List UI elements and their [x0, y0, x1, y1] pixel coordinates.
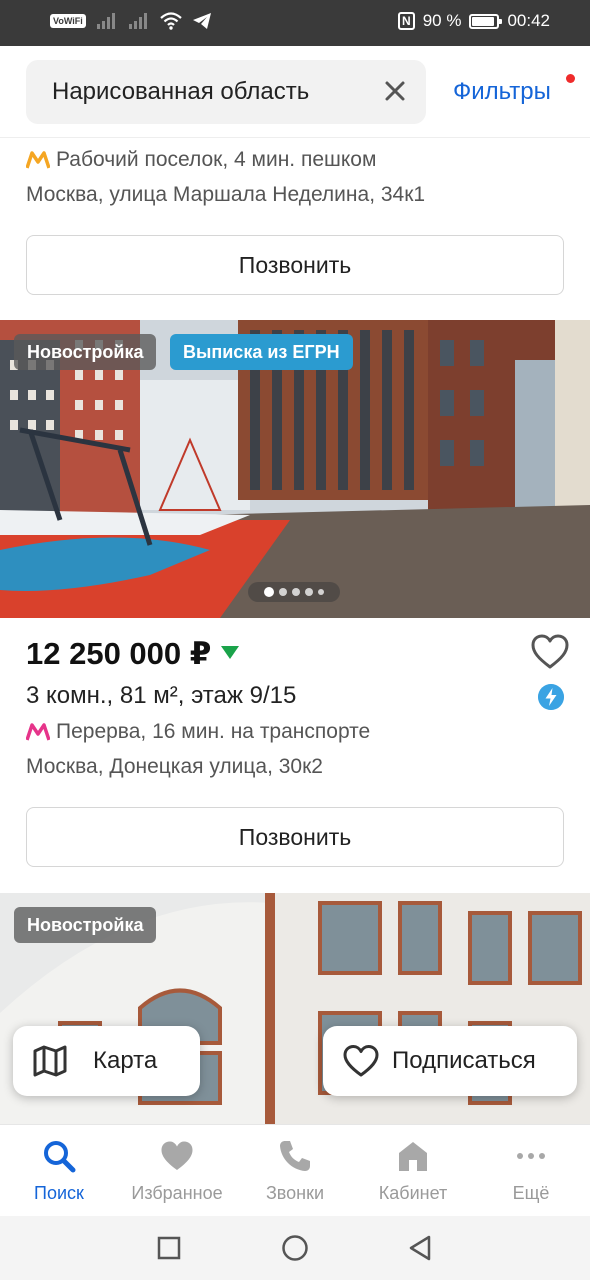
price-down-icon — [221, 646, 239, 659]
metro-text: Перерва, 16 мин. на транспорте — [56, 720, 371, 743]
home-button-icon[interactable] — [281, 1234, 309, 1262]
badge-new-building: Новостройка — [14, 334, 157, 370]
search-field[interactable]: Нарисованная область — [26, 60, 426, 124]
heart-icon[interactable] — [530, 632, 570, 672]
heart-icon — [161, 1141, 193, 1170]
pager-dot — [292, 588, 300, 596]
pager-dot — [318, 589, 324, 595]
battery-icon — [469, 13, 503, 29]
pager-dot — [305, 588, 313, 596]
back-icon[interactable] — [407, 1234, 433, 1262]
system-navigation-bar — [0, 1216, 590, 1280]
subscribe-button[interactable]: Подписаться — [323, 1026, 577, 1096]
nav-item-cabinet[interactable]: Кабинет — [354, 1125, 472, 1217]
listing-price: 12 250 000 ₽ — [26, 636, 212, 671]
nav-label: Ещё — [512, 1183, 550, 1203]
prev-metro-row: Рабочий поселок, 4 мин. пешком — [26, 148, 376, 172]
pager-dot — [264, 587, 274, 597]
recent-apps-icon[interactable] — [157, 1236, 181, 1260]
nav-label: Кабинет — [378, 1183, 448, 1203]
subscribe-button-label: Подписаться — [392, 1047, 536, 1074]
map-button-label: Карта — [93, 1047, 158, 1074]
close-icon[interactable] — [382, 78, 408, 104]
telegram-icon — [192, 13, 211, 29]
search-icon — [44, 1141, 76, 1173]
badge-egrn: Выписка из ЕГРН — [170, 334, 353, 370]
wifi-icon — [160, 12, 182, 30]
status-bar: VoWiFi N 90 % 00:42 — [0, 0, 590, 46]
map-button[interactable]: Карта — [13, 1026, 200, 1096]
nav-item-search[interactable]: Поиск — [0, 1125, 118, 1217]
nfc-icon: N — [398, 12, 415, 30]
badge-new-building: Новостройка — [14, 907, 157, 943]
metro-row: Перерва, 16 мин. на транспорте — [26, 720, 370, 744]
search-header: Нарисованная область Фильтры — [0, 46, 590, 138]
listing-address: Москва, Донецкая улица, 30к2 — [26, 755, 323, 778]
listing-description: 3 комн., 81 м², этаж 9/15 — [26, 682, 297, 709]
map-icon — [33, 1045, 67, 1077]
filters-button[interactable]: Фильтры — [453, 78, 551, 106]
call-button[interactable]: Позвонить — [26, 807, 564, 867]
battery-percent: 90 % — [422, 11, 462, 30]
prev-metro-text: Рабочий поселок, 4 мин. пешком — [56, 148, 377, 171]
vowifi-icon: VoWiFi — [50, 14, 86, 28]
nav-label: Избранное — [131, 1183, 223, 1203]
prev-address: Москва, улица Маршала Неделина, 34к1 — [26, 183, 426, 206]
nav-item-calls[interactable]: Звонки — [236, 1125, 354, 1217]
nav-item-more[interactable]: Ещё — [472, 1125, 590, 1217]
pager-dot — [279, 588, 287, 596]
nav-label: Звонки — [265, 1183, 325, 1203]
lightning-icon — [538, 684, 564, 710]
search-query: Нарисованная область — [52, 78, 310, 105]
photo-pager — [248, 582, 340, 602]
metro-icon — [26, 723, 50, 741]
signal-icon — [96, 13, 115, 29]
nav-label: Поиск — [34, 1183, 84, 1203]
signal-icon-2 — [128, 13, 147, 29]
listing-photo[interactable]: Новостройка Выписка из ЕГРН — [0, 320, 590, 618]
home-icon — [399, 1142, 427, 1171]
metro-icon — [26, 151, 50, 169]
filters-notification-dot — [566, 74, 575, 83]
more-icon — [517, 1153, 545, 1159]
bottom-nav: Поиск Избранное Звонки Кабинет Ещё — [0, 1124, 590, 1216]
call-button[interactable]: Позвонить — [26, 235, 564, 295]
clock: 00:42 — [507, 11, 550, 30]
nav-item-favorites[interactable]: Избранное — [118, 1125, 236, 1217]
heart-icon — [343, 1045, 379, 1077]
phone-icon — [280, 1141, 310, 1171]
